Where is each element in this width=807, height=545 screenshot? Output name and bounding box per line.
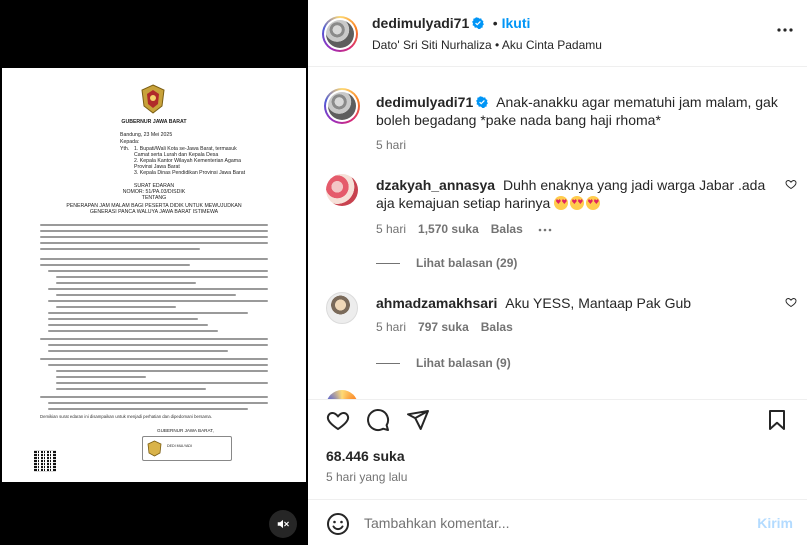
comment-body: Aku YESS, Mantaap Pak Gub (505, 295, 692, 311)
commenter-username[interactable]: dzakyah_annasya (376, 177, 495, 193)
letter-yth: Yth. (120, 146, 130, 152)
letter-date: Bandung, 23 Mei 2025 (120, 132, 173, 138)
e-signature-box: DEDI MULYADI (142, 436, 232, 461)
comment-time: 5 hari (376, 222, 407, 236)
commenter-username[interactable]: ahmadzamakhsari (376, 295, 497, 311)
letter-subject: GENERASI PANCA WALUYA JAWA BARAT ISTIMEW… (89, 209, 219, 215)
comments-list[interactable]: dedimulyadi71 Anak-anakku agar mematuhi … (308, 68, 807, 399)
comment-like-icon[interactable] (785, 296, 797, 308)
letter-heading: GUBERNUR JAWA BARAT (121, 119, 187, 125)
heart-eyes-emoji-icon (570, 196, 585, 210)
more-options-icon[interactable] (777, 28, 793, 32)
verified-badge-icon (476, 96, 489, 108)
heart-icon[interactable] (326, 408, 350, 432)
view-replies-label: Lihat balasan (9) (416, 356, 511, 370)
letter-tentang: TENTANG (141, 195, 167, 201)
comment-likes[interactable]: 1,570 suka (418, 222, 479, 236)
comment-icon[interactable] (366, 408, 390, 432)
view-replies-button[interactable]: Lihat balasan (9) (376, 356, 511, 370)
follow-button[interactable]: Ikuti (502, 15, 531, 31)
muted-speaker-icon (277, 519, 289, 529)
like-count[interactable]: 68.446 suka (326, 448, 405, 464)
author-avatar[interactable] (322, 16, 358, 52)
instagram-post-modal: GUBERNUR JAWA BARAT Bandung, 23 Mei 2025… (0, 0, 807, 545)
caption-time: 5 hari (376, 138, 407, 152)
letter-sign-name: DEDI MULYADI (167, 444, 193, 448)
mute-toggle-button[interactable] (269, 510, 297, 538)
comment-meta: 5 hari 797 suka Balas (376, 320, 513, 334)
comment-input[interactable] (364, 510, 734, 536)
header-separator: • (492, 15, 498, 31)
media-pane[interactable]: GUBERNUR JAWA BARAT Bandung, 23 Mei 2025… (0, 0, 308, 545)
letter-image: GUBERNUR JAWA BARAT Bandung, 23 Mei 2025… (2, 68, 306, 482)
send-icon[interactable] (406, 408, 430, 432)
caption-username[interactable]: dedimulyadi71 (376, 94, 473, 110)
comment-meta: 5 hari 1,570 suka Balas (376, 222, 552, 236)
post-actions: 68.446 suka 5 hari yang lalu (308, 399, 807, 499)
west-java-seal-icon (141, 84, 165, 114)
commenter-avatar[interactable] (326, 292, 358, 324)
caption-text: dedimulyadi71 Anak-anakku agar mematuhi … (376, 93, 781, 129)
letter-kepada: Kepada: (120, 139, 140, 145)
smiley-icon[interactable] (326, 512, 350, 536)
comment-text: dzakyah_annasya Duhh enaknya yang jadi w… (376, 176, 781, 212)
comment-text: ahmadzamakhsari Aku YESS, Mantaap Pak Gu… (376, 294, 781, 312)
post-details-pane: dedimulyadi71 • Ikuti Dato' Sri Siti Nurh… (308, 0, 807, 545)
letter-closing: Demikian surat edaran ini disampaikan un… (40, 414, 212, 419)
letter-sign-title: GUBERNUR JAWA BARAT, (157, 428, 214, 433)
post-header: dedimulyadi71 • Ikuti Dato' Sri Siti Nurh… (308, 0, 807, 67)
view-replies-button[interactable]: Lihat balasan (29) (376, 256, 517, 270)
comment-like-icon[interactable] (785, 178, 797, 190)
comment-composer: Kirim (308, 499, 807, 545)
reply-button[interactable]: Balas (491, 222, 523, 236)
heart-eyes-emoji-icon (586, 196, 601, 210)
author-username[interactable]: dedimulyadi71 (372, 15, 469, 31)
bsre-logo-icon (147, 440, 162, 457)
reply-button[interactable]: Balas (481, 320, 513, 334)
verified-badge-icon (472, 17, 485, 29)
post-timestamp[interactable]: 5 hari yang lalu (326, 470, 407, 484)
commenter-avatar[interactable] (326, 390, 358, 399)
comment-options-icon[interactable] (538, 228, 552, 232)
audio-track-link[interactable]: Dato' Sri Siti Nurhaliza • Aku Cinta Pad… (372, 38, 602, 52)
comment-likes[interactable]: 797 suka (418, 320, 469, 334)
send-comment-button[interactable]: Kirim (757, 515, 793, 531)
author-avatar[interactable] (324, 88, 360, 124)
view-replies-label: Lihat balasan (29) (416, 256, 518, 270)
heart-eyes-emoji-icon (554, 196, 569, 210)
bookmark-icon[interactable] (765, 408, 789, 432)
commenter-avatar[interactable] (326, 174, 358, 206)
comment-time: 5 hari (376, 320, 407, 334)
letter-recipient: 3. Kepala Dinas Pendidikan Provinsi Jawa… (134, 170, 246, 176)
